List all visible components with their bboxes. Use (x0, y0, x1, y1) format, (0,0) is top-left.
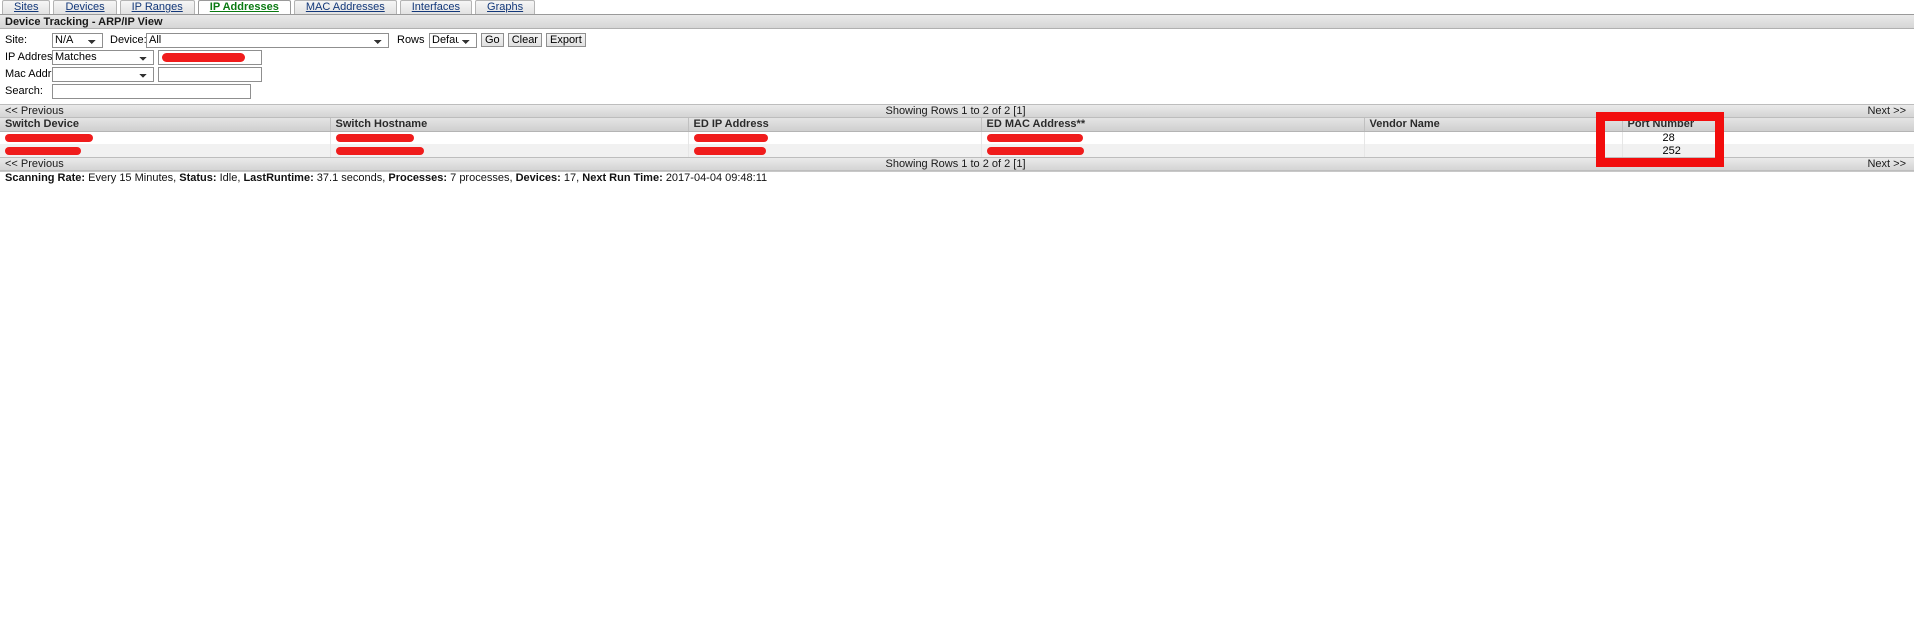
previous-link-top[interactable]: << Previous (0, 105, 405, 117)
go-button[interactable]: Go (481, 33, 504, 47)
column-header-vendor-name[interactable]: Vendor Name (1364, 118, 1623, 132)
site-select[interactable]: N/A (52, 32, 103, 48)
ip-address-label: IP Address: (5, 51, 62, 63)
redaction-switch-device (5, 133, 93, 142)
devices-label: Devices: (515, 172, 561, 184)
redaction-ed-ip-address (693, 146, 766, 155)
cell-switch-hostname (330, 131, 689, 144)
scanning-rate-label: Scanning Rate: (5, 172, 86, 184)
filter-row-mac-address: Mac Address: (0, 66, 1914, 82)
tab-ip-ranges[interactable]: IP Ranges (119, 0, 195, 14)
cell-switch-device (0, 131, 331, 144)
tab-devices[interactable]: Devices (53, 0, 117, 14)
search-input[interactable] (52, 83, 251, 99)
cell-vendor-name (1364, 144, 1623, 157)
cell-switch-hostname (330, 144, 689, 157)
status-label: Status: (179, 172, 217, 184)
ip-address-input[interactable] (158, 49, 262, 65)
lastruntime-label: LastRuntime: (243, 172, 314, 184)
table-row[interactable]: 252 (0, 144, 1914, 157)
cell-ed-mac-address (981, 131, 1365, 144)
redaction-switch-hostname (335, 146, 424, 155)
redaction-ed-ip-address (693, 133, 768, 142)
cell-switch-device (0, 144, 331, 157)
next-link-top[interactable]: Next >> (1506, 105, 1914, 117)
cell-ed-ip-address (688, 131, 982, 144)
cell-vendor-name (1364, 131, 1623, 144)
column-header-ed-mac-address[interactable]: ED MAC Address** (981, 118, 1365, 132)
tab-mac-addresses[interactable]: MAC Addresses (293, 0, 397, 14)
column-header-switch-device[interactable]: Switch Device (0, 118, 331, 132)
table-row[interactable]: 28 (0, 131, 1914, 144)
previous-link-bottom[interactable]: << Previous (0, 158, 405, 170)
device-select[interactable]: All (146, 32, 389, 48)
mac-condition-select[interactable] (52, 66, 154, 82)
showing-rows-top: Showing Rows 1 to 2 of 2 [1] (885, 105, 1026, 117)
filter-panel: Site: N/A Device: All Rows Default Go Cl… (0, 29, 1914, 104)
clear-button[interactable]: Clear (507, 33, 542, 47)
tab-interfaces[interactable]: Interfaces (399, 0, 473, 14)
showing-rows-bottom: Showing Rows 1 to 2 of 2 [1] (885, 158, 1026, 170)
pager-top: << Previous Showing Rows 1 to 2 of 2 [1]… (0, 104, 1914, 118)
filter-row-search: Search: (0, 83, 1914, 99)
rows-label: Rows (397, 34, 425, 46)
tab-graphs[interactable]: Graphs (475, 0, 536, 14)
processes-label: Processes: (388, 172, 448, 184)
pager-bottom: << Previous Showing Rows 1 to 2 of 2 [1]… (0, 157, 1914, 171)
redaction-ed-mac-address (986, 133, 1083, 142)
app-root: Sites Devices IP Ranges IP Addresses MAC… (0, 0, 1914, 184)
cell-ed-ip-address (688, 144, 982, 157)
mac-address-label: Mac Address: (5, 68, 72, 80)
next-run-time-value: 2017-04-04 09:48:11 (665, 172, 768, 184)
next-run-time-label: Next Run Time: (582, 172, 663, 184)
cell-port-number: 252 (1622, 144, 1914, 157)
tab-sites[interactable]: Sites (2, 0, 51, 14)
site-label: Site: (5, 34, 28, 46)
ip-condition-select[interactable]: Matches (52, 49, 154, 65)
main-tab-bar: Sites Devices IP Ranges IP Addresses MAC… (0, 0, 1914, 15)
tab-ip-addresses[interactable]: IP Addresses (197, 0, 291, 14)
table-header-row: Switch Device Switch Hostname ED IP Addr… (0, 118, 1914, 132)
search-label: Search: (5, 85, 43, 97)
column-header-switch-hostname[interactable]: Switch Hostname (330, 118, 689, 132)
status-value: Idle, (219, 172, 241, 184)
lastruntime-value: 37.1 seconds, (316, 172, 386, 184)
cell-ed-mac-address (981, 144, 1365, 157)
ip-address-input-wrap (154, 49, 262, 65)
filter-row-site: Site: N/A Device: All Rows Default Go Cl… (0, 32, 1914, 48)
export-button[interactable]: Export (545, 33, 586, 47)
mac-address-input[interactable] (158, 66, 262, 82)
scan-status-bar: Scanning Rate: Every 15 Minutes, Status:… (0, 171, 1914, 184)
processes-value: 7 processes, (450, 172, 513, 184)
cell-port-number: 28 (1622, 131, 1914, 144)
next-link-bottom[interactable]: Next >> (1506, 158, 1914, 170)
page-title: Device Tracking - ARP/IP View (0, 15, 1914, 29)
devices-value: 17, (563, 172, 580, 184)
column-header-ed-ip-address[interactable]: ED IP Address (688, 118, 982, 132)
redaction-ed-mac-address (986, 146, 1084, 155)
filter-row-ip-address: IP Address: Matches (0, 49, 1914, 65)
rows-select[interactable]: Default (429, 32, 477, 48)
device-label: Device: (110, 34, 147, 46)
redaction-switch-device (5, 146, 81, 155)
scanning-rate-value: Every 15 Minutes, (88, 172, 177, 184)
column-header-port-number[interactable]: Port Number (1622, 118, 1914, 132)
redaction-switch-hostname (335, 133, 414, 142)
arp-ip-results-table: Switch Device Switch Hostname ED IP Addr… (0, 118, 1914, 157)
